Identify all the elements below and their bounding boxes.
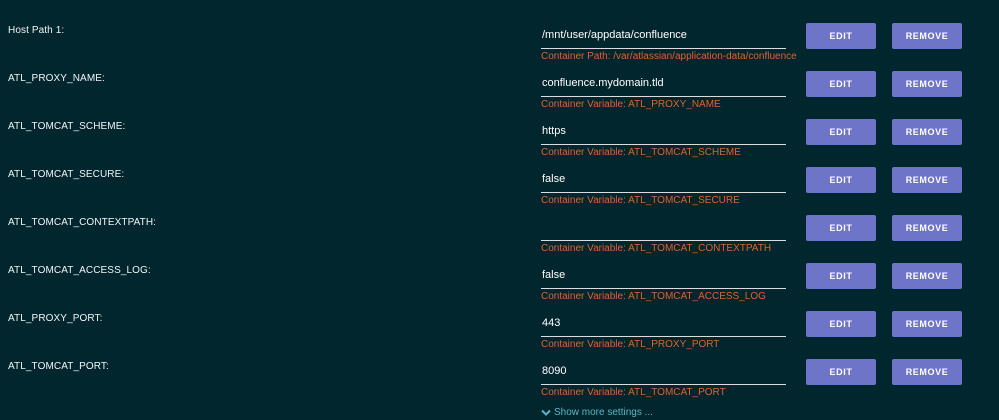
setting-value: false — [542, 173, 566, 185]
edit-button[interactable]: EDIT — [806, 23, 876, 49]
setting-label: ATL_TOMCAT_PORT: — [8, 361, 109, 372]
remove-button[interactable]: REMOVE — [892, 263, 962, 289]
setting-label: ATL_TOMCAT_ACCESS_LOG: — [8, 265, 151, 276]
settings-list: Host Path 1: /mnt/user/appdata/confluenc… — [0, 0, 999, 398]
setting-value: /mnt/user/appdata/confluence — [542, 29, 687, 41]
remove-button[interactable]: REMOVE — [892, 23, 962, 49]
edit-button[interactable]: EDIT — [806, 359, 876, 385]
setting-row-atl-proxy-port: ATL_PROXY_PORT: 443 Container Variable: … — [0, 288, 999, 350]
setting-value-field[interactable]: /mnt/user/appdata/confluence — [541, 23, 786, 49]
remove-button[interactable]: REMOVE — [892, 71, 962, 97]
setting-value: https — [542, 125, 566, 137]
edit-button[interactable]: EDIT — [806, 71, 876, 97]
show-more-settings-label: Show more settings ... — [554, 407, 653, 418]
setting-value-field[interactable]: 443 — [541, 311, 786, 337]
setting-value-field[interactable]: false — [541, 167, 786, 193]
setting-row-host-path-1: Host Path 1: /mnt/user/appdata/confluenc… — [0, 0, 999, 62]
setting-label: ATL_TOMCAT_SECURE: — [8, 169, 125, 180]
setting-row-atl-tomcat-scheme: ATL_TOMCAT_SCHEME: https Container Varia… — [0, 96, 999, 158]
setting-value-field[interactable]: false — [541, 263, 786, 289]
remove-button[interactable]: REMOVE — [892, 119, 962, 145]
setting-value: confluence.mydomain.tld — [542, 77, 664, 89]
setting-label: ATL_PROXY_NAME: — [8, 73, 105, 84]
remove-button[interactable]: REMOVE — [892, 167, 962, 193]
setting-value-field[interactable]: 8090 — [541, 359, 786, 385]
setting-value: 8090 — [542, 365, 567, 377]
edit-button[interactable]: EDIT — [806, 263, 876, 289]
edit-button[interactable]: EDIT — [806, 167, 876, 193]
remove-button[interactable]: REMOVE — [892, 215, 962, 241]
setting-label: ATL_TOMCAT_SCHEME: — [8, 121, 126, 132]
setting-value: 443 — [542, 317, 561, 329]
setting-hint: Container Variable: ATL_TOMCAT_PORT — [541, 387, 726, 398]
setting-label: ATL_TOMCAT_CONTEXTPATH: — [8, 217, 157, 228]
remove-button[interactable]: REMOVE — [892, 311, 962, 337]
edit-button[interactable]: EDIT — [806, 215, 876, 241]
setting-row-atl-tomcat-secure: ATL_TOMCAT_SECURE: false Container Varia… — [0, 144, 999, 206]
edit-button[interactable]: EDIT — [806, 311, 876, 337]
setting-row-atl-proxy-name: ATL_PROXY_NAME: confluence.mydomain.tld … — [0, 48, 999, 110]
setting-label: ATL_PROXY_PORT: — [8, 313, 103, 324]
edit-button[interactable]: EDIT — [806, 119, 876, 145]
setting-row-atl-tomcat-contextpath: ATL_TOMCAT_CONTEXTPATH: Container Variab… — [0, 192, 999, 254]
chevron-down-icon — [541, 409, 551, 417]
setting-row-atl-tomcat-port: ATL_TOMCAT_PORT: 8090 Container Variable… — [0, 336, 999, 398]
setting-row-atl-tomcat-access-log: ATL_TOMCAT_ACCESS_LOG: false Container V… — [0, 240, 999, 302]
setting-value: false — [542, 269, 566, 281]
remove-button[interactable]: REMOVE — [892, 359, 962, 385]
setting-value-field[interactable] — [541, 215, 786, 241]
show-more-settings-link[interactable]: Show more settings ... — [541, 407, 653, 418]
setting-value-field[interactable]: confluence.mydomain.tld — [541, 71, 786, 97]
setting-label: Host Path 1: — [8, 25, 65, 36]
setting-value-field[interactable]: https — [541, 119, 786, 145]
